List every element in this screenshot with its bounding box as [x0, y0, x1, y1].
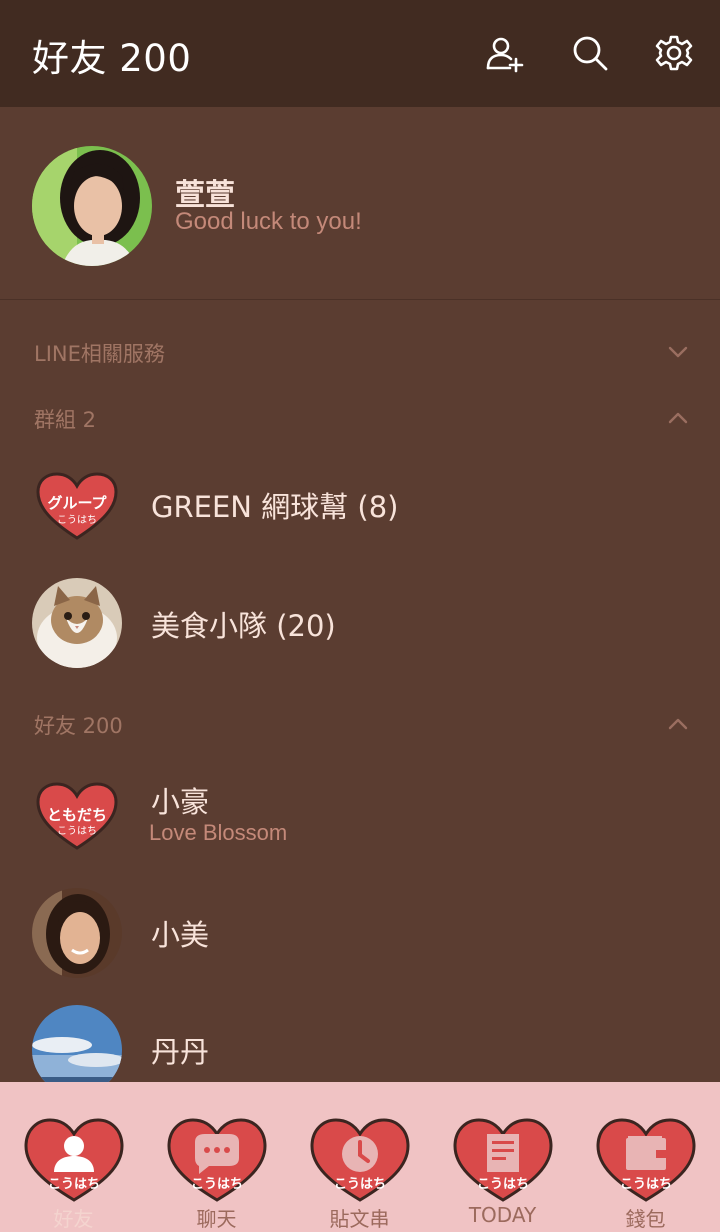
- tab-badge-sub: こうはち: [620, 1177, 672, 1192]
- chevron-up-icon[interactable]: [666, 406, 690, 430]
- tab-label: TODAY: [468, 1203, 537, 1227]
- friend-name[interactable]: 小豪: [151, 779, 209, 821]
- tab-timeline[interactable]: こうはち 貼文串: [288, 1082, 431, 1232]
- tab-friends[interactable]: こうはち 好友: [2, 1082, 145, 1232]
- tab-badge-sub: こうはち: [191, 1177, 243, 1192]
- friend-badge-sub: こうはち: [57, 825, 97, 837]
- top-bar: 好友 200: [0, 0, 720, 107]
- page-title: 好友 200: [32, 37, 192, 80]
- group-avatar-cat[interactable]: [32, 578, 122, 668]
- section-line-services[interactable]: LINE相關服務: [34, 338, 165, 368]
- news-icon: [487, 1134, 519, 1172]
- section-groups[interactable]: 群組 2: [34, 404, 96, 434]
- friend-avatar[interactable]: [32, 888, 122, 978]
- group-badge-sub: こうはち: [57, 514, 97, 526]
- tab-label: 錢包: [625, 1207, 666, 1231]
- tab-label: 好友: [53, 1207, 94, 1231]
- group-heart-avatar[interactable]: グループ こうはち: [32, 460, 122, 550]
- chevron-down-icon[interactable]: [666, 340, 690, 364]
- clock-icon: [342, 1136, 378, 1172]
- tab-wallet[interactable]: こうはち 錢包: [574, 1082, 717, 1232]
- friend-name[interactable]: 丹丹: [151, 1029, 209, 1071]
- chevron-up-icon[interactable]: [666, 712, 690, 736]
- friend-name[interactable]: 小美: [151, 912, 209, 954]
- group-name[interactable]: GREEN 網球幫 (8): [151, 484, 398, 526]
- my-status-message: Good luck to you!: [175, 208, 362, 235]
- tab-label: 貼文串: [329, 1207, 390, 1231]
- tab-badge-sub: こうはち: [334, 1177, 386, 1192]
- friend-heart-avatar[interactable]: ともだち こうはち: [32, 770, 122, 860]
- group-badge-text: グループ: [47, 494, 107, 512]
- wallet-icon: [626, 1136, 666, 1170]
- tab-badge-sub: こうはち: [48, 1177, 100, 1192]
- section-friends[interactable]: 好友 200: [34, 710, 123, 740]
- group-name[interactable]: 美食小隊 (20): [151, 603, 336, 645]
- search-icon[interactable]: [570, 33, 610, 73]
- tab-today[interactable]: こうはち TODAY: [431, 1082, 574, 1232]
- tab-badge-sub: こうはち: [477, 1177, 529, 1192]
- friend-badge-text: ともだち: [47, 806, 107, 824]
- add-friend-icon[interactable]: [484, 33, 524, 73]
- settings-icon[interactable]: [654, 33, 694, 73]
- friend-status-message: Love Blossom: [149, 820, 288, 845]
- my-avatar[interactable]: [32, 146, 152, 266]
- tab-label: 聊天: [196, 1207, 237, 1231]
- tab-chats[interactable]: こうはち 聊天: [145, 1082, 288, 1232]
